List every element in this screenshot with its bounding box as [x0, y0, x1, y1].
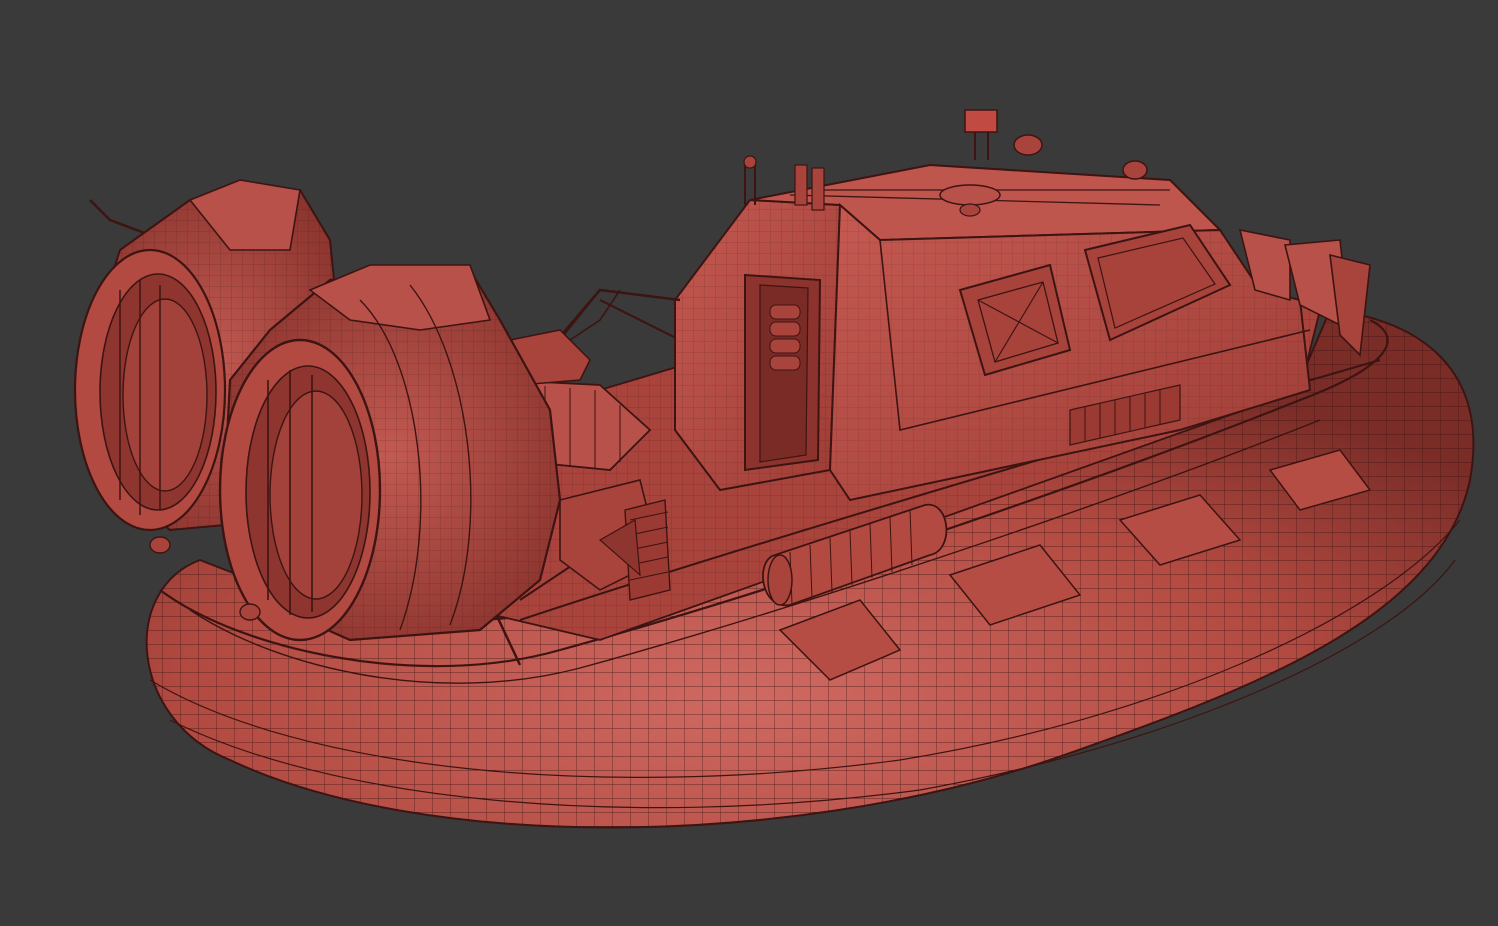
3d-viewport[interactable] [0, 0, 1498, 926]
hovercraft-render [73, 109, 1475, 829]
